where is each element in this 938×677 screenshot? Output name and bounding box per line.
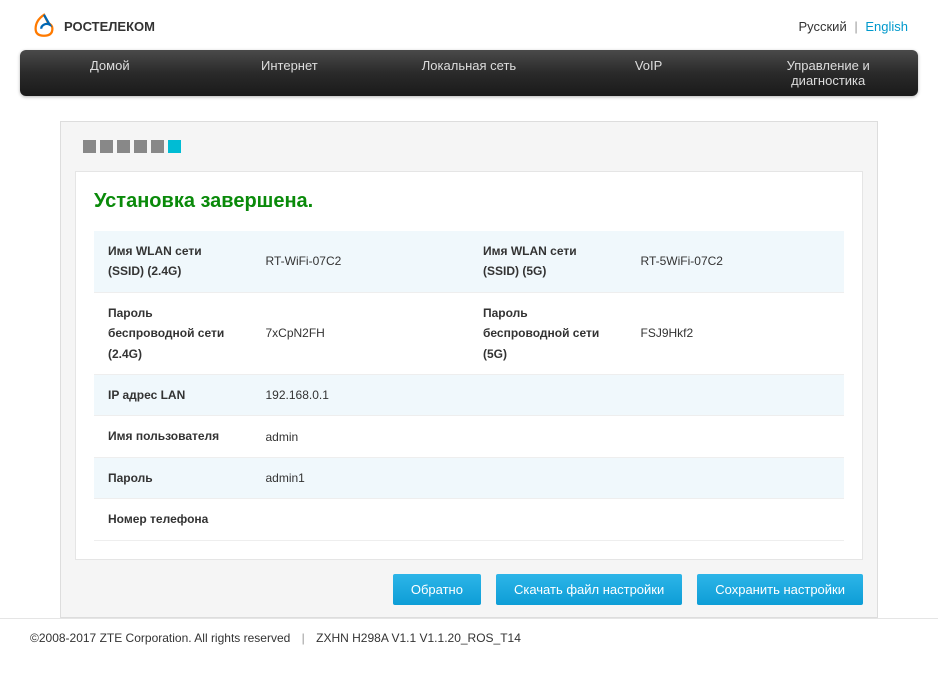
step-6 <box>168 140 181 153</box>
table-row: Имя WLAN сети (SSID) (2.4G) RT-WiFi-07C2… <box>94 231 844 292</box>
footer-copyright: ©2008-2017 ZTE Corporation. All rights r… <box>30 631 290 645</box>
value-ssid-24g: RT-WiFi-07C2 <box>252 231 470 292</box>
nav-voip[interactable]: VoIP <box>559 50 739 96</box>
logo: РОСТЕЛЕКОМ <box>30 12 155 40</box>
wizard-container: Установка завершена. Имя WLAN сети (SSID… <box>60 121 878 618</box>
nav-diagnostics[interactable]: Управление и диагностика <box>738 50 918 96</box>
nav-home[interactable]: Домой <box>20 50 200 96</box>
table-row: IP адрес LAN 192.168.0.1 <box>94 374 844 415</box>
summary-table: Имя WLAN сети (SSID) (2.4G) RT-WiFi-07C2… <box>94 231 844 541</box>
lang-russian[interactable]: Русский <box>798 19 846 34</box>
label-pass-24g: Пароль беспроводной сети (2.4G) <box>94 292 252 374</box>
value-phone <box>252 499 845 540</box>
button-row: Обратно Скачать файл настройки Сохранить… <box>75 574 863 605</box>
value-ssid-5g: RT-5WiFi-07C2 <box>627 231 845 292</box>
wizard-steps <box>61 122 877 171</box>
table-row: Пароль беспроводной сети (2.4G) 7xCpN2FH… <box>94 292 844 374</box>
table-row: Имя пользователя admin <box>94 416 844 457</box>
label-ssid-24g: Имя WLAN сети (SSID) (2.4G) <box>94 231 252 292</box>
footer-divider: | <box>302 631 305 645</box>
label-ssid-5g: Имя WLAN сети (SSID) (5G) <box>469 231 627 292</box>
step-1 <box>83 140 96 153</box>
label-phone: Номер телефона <box>94 499 252 540</box>
nav-internet[interactable]: Интернет <box>200 50 380 96</box>
value-password: admin1 <box>252 457 845 498</box>
back-button[interactable]: Обратно <box>393 574 481 605</box>
footer: ©2008-2017 ZTE Corporation. All rights r… <box>0 618 938 657</box>
footer-model: ZXHN H298A V1.1 V1.1.20_ROS_T14 <box>316 631 521 645</box>
save-button[interactable]: Сохранить настройки <box>697 574 863 605</box>
logo-text: РОСТЕЛЕКОМ <box>64 19 155 34</box>
label-username: Имя пользователя <box>94 416 252 457</box>
value-pass-24g: 7xCpN2FH <box>252 292 470 374</box>
download-button[interactable]: Скачать файл настройки <box>496 574 682 605</box>
step-4 <box>134 140 147 153</box>
step-5 <box>151 140 164 153</box>
label-pass-5g: Пароль беспроводной сети (5G) <box>469 292 627 374</box>
value-pass-5g: FSJ9Hkf2 <box>627 292 845 374</box>
step-3 <box>117 140 130 153</box>
value-username: admin <box>252 416 845 457</box>
value-ip-lan: 192.168.0.1 <box>252 374 845 415</box>
content-box: Установка завершена. Имя WLAN сети (SSID… <box>75 171 863 560</box>
rostelecom-logo-icon <box>30 12 58 40</box>
step-2 <box>100 140 113 153</box>
language-switch: Русский | English <box>798 19 908 34</box>
table-row: Пароль admin1 <box>94 457 844 498</box>
label-ip-lan: IP адрес LAN <box>94 374 252 415</box>
navbar: Домой Интернет Локальная сеть VoIP Управ… <box>20 50 918 96</box>
page-title: Установка завершена. <box>94 190 844 213</box>
lang-english[interactable]: English <box>865 19 908 34</box>
lang-divider: | <box>854 19 857 34</box>
label-password: Пароль <box>94 457 252 498</box>
header: РОСТЕЛЕКОМ Русский | English <box>0 0 938 50</box>
table-row: Номер телефона <box>94 499 844 540</box>
nav-lan[interactable]: Локальная сеть <box>379 50 559 96</box>
